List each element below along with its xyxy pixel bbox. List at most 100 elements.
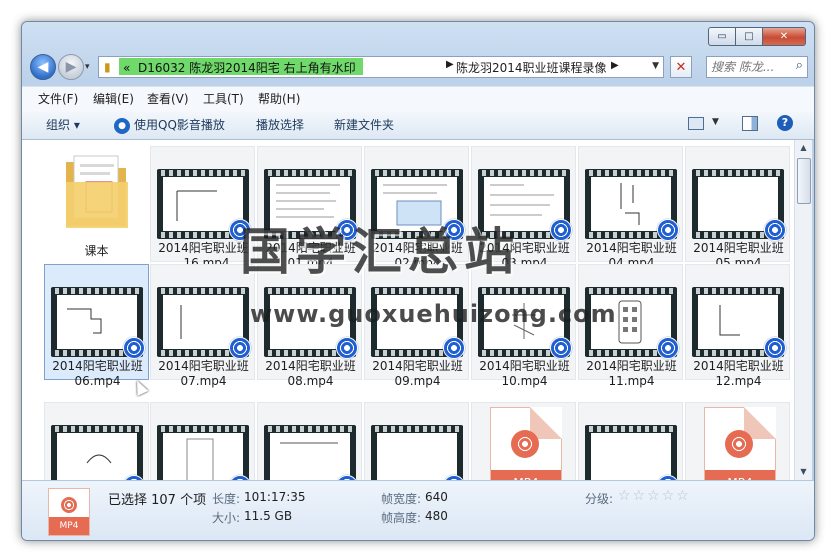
file-name: 课本	[84, 244, 109, 258]
details-pane: MP4 已选择 107 个项 长度: 101:17:35 大小: 11.5 GB…	[22, 480, 814, 540]
video-tile[interactable]	[150, 402, 255, 480]
breadcrumb-separator-icon[interactable]: ▶	[611, 60, 619, 71]
qq-player-icon	[443, 337, 465, 359]
qq-player-icon	[550, 337, 572, 359]
video-tile[interactable]	[44, 402, 149, 480]
file-name: 2014阳宅职业班	[265, 359, 356, 373]
mp4-file-icon: MP4	[490, 407, 562, 480]
playlist-button[interactable]: 播放选择	[256, 116, 304, 133]
scroll-down-icon[interactable]: ▼	[795, 464, 812, 480]
rating-stars[interactable]: ☆☆☆☆☆	[618, 488, 691, 504]
menu-edit[interactable]: 编辑(E)	[93, 90, 134, 107]
recent-locations-dropdown[interactable]: ▾	[85, 62, 90, 72]
search-icon[interactable]: ⌕	[796, 58, 803, 73]
video-tile[interactable]: 2014阳宅职业班 05.mp4	[685, 146, 790, 270]
title-bar: ▭ □ ✕	[22, 22, 814, 50]
minimize-button[interactable]: ▭	[708, 27, 736, 46]
scroll-up-icon[interactable]: ▲	[795, 140, 812, 156]
file-name-ext: 11.mp4	[608, 374, 655, 388]
help-icon[interactable]: ?	[777, 115, 793, 131]
size-label: 大小:	[212, 511, 241, 525]
search-box[interactable]: ⌕	[706, 56, 808, 78]
qq-player-icon	[764, 337, 786, 359]
menu-view[interactable]: 查看(V)	[147, 90, 189, 107]
qq-player-icon	[229, 337, 251, 359]
file-name: 2014阳宅职业班	[586, 241, 677, 255]
selection-count: 已选择 107 个项	[108, 493, 207, 508]
watermark-title: 国学汇总站	[240, 223, 520, 281]
video-tile-selected[interactable]: 2014阳宅职业班 06.mp4	[44, 264, 149, 388]
overflow-chevron-icon[interactable]: «	[123, 61, 130, 75]
play-with-qq-label: 使用QQ影音播放	[134, 118, 225, 132]
file-name-ext: 07.mp4	[180, 374, 227, 388]
file-tile-folder[interactable]: 课本	[44, 146, 149, 262]
mp4-badge: MP4	[491, 470, 561, 480]
file-name-ext: 12.mp4	[715, 374, 762, 388]
file-name: 2014阳宅职业班	[586, 359, 677, 373]
frame-height-value: 480	[425, 509, 448, 523]
maximize-button[interactable]: □	[735, 27, 763, 46]
breadcrumb-separator-icon[interactable]: ▶	[446, 59, 454, 70]
scroll-thumb[interactable]	[797, 158, 811, 204]
mp4-file-tile[interactable]: MP4	[471, 402, 576, 480]
video-tile[interactable]: 2014阳宅职业班 04.mp4	[578, 146, 683, 270]
duration-label: 长度:	[212, 492, 241, 506]
file-name-ext: 08.mp4	[287, 374, 334, 388]
frame-width-value: 640	[425, 490, 448, 504]
new-folder-button[interactable]: 新建文件夹	[334, 116, 394, 133]
play-with-qq-button[interactable]: ● 使用QQ影音播放	[114, 116, 225, 134]
qq-player-icon	[123, 337, 145, 359]
qq-player-icon	[657, 219, 679, 241]
file-name: 2014阳宅职业班	[372, 359, 463, 373]
video-tile[interactable]: 2014阳宅职业班 12.mp4	[685, 264, 790, 388]
back-arrow-icon[interactable]: ◀	[30, 54, 56, 80]
command-bar: 组织 ▾ ● 使用QQ影音播放 播放选择 新建文件夹 ▼ ?	[22, 109, 814, 140]
file-name: 2014阳宅职业班	[158, 359, 249, 373]
thumb-badge: MP4	[49, 517, 89, 535]
file-name: 2014阳宅职业班	[479, 359, 570, 373]
video-thumbnail	[51, 425, 143, 480]
video-tile[interactable]	[364, 402, 469, 480]
forward-arrow-icon[interactable]: ▶	[58, 54, 84, 80]
file-name: 2014阳宅职业班	[693, 241, 784, 255]
view-icon[interactable]	[688, 117, 704, 130]
breadcrumb-current-folder[interactable]: 陈龙羽2014职业班课程录像	[456, 59, 607, 76]
address-dropdown-icon[interactable]: ▼	[652, 61, 659, 71]
address-bar[interactable]: ▮ « D16032 陈龙羽2014阳宅 右上角有水印 ▶ 陈龙羽2014职业班…	[98, 56, 664, 78]
folder-icon	[66, 155, 128, 228]
watermark-url: www.guoxuehuizong.com	[250, 300, 617, 328]
menu-tools[interactable]: 工具(T)	[203, 90, 244, 107]
window-controls: ▭ □ ✕	[708, 27, 806, 46]
frame-width-label: 帧宽度:	[381, 492, 422, 506]
address-prefix-label: D16032 陈龙羽2014阳宅 右上角有水印	[137, 61, 356, 75]
mp4-file-icon: MP4	[704, 407, 776, 480]
stop-refresh-button[interactable]: ✕	[670, 56, 692, 78]
file-name-ext: 09.mp4	[394, 374, 441, 388]
video-tile[interactable]	[578, 402, 683, 480]
search-input[interactable]	[707, 57, 785, 77]
preview-pane-icon[interactable]	[742, 116, 758, 131]
mp4-badge: MP4	[705, 470, 775, 480]
video-thumbnail	[264, 425, 356, 480]
file-name: 2014阳宅职业班	[693, 359, 784, 373]
navigation-bar: ◀ ▶ ▾ ▮ « D16032 陈龙羽2014阳宅 右上角有水印 ▶ 陈龙羽2…	[28, 54, 808, 80]
qq-player-icon	[764, 219, 786, 241]
menu-file[interactable]: 文件(F)	[38, 90, 78, 107]
folder-icon: ▮	[104, 60, 111, 74]
vertical-scrollbar[interactable]: ▲ ▼	[794, 140, 812, 480]
selected-file-thumbnail: MP4	[48, 488, 90, 536]
video-tile[interactable]	[257, 402, 362, 480]
close-button[interactable]: ✕	[762, 27, 806, 46]
qq-player-icon	[657, 337, 679, 359]
file-name-ext: 10.mp4	[501, 374, 548, 388]
size-value: 11.5 GB	[244, 509, 293, 523]
view-dropdown-icon[interactable]: ▼	[712, 117, 719, 127]
duration-value: 101:17:35	[244, 490, 306, 504]
rating-label: 分级:	[585, 492, 614, 506]
organize-button[interactable]: 组织 ▾	[46, 116, 80, 133]
video-thumbnail	[157, 425, 249, 480]
address-prefix[interactable]: « D16032 陈龙羽2014阳宅 右上角有水印	[123, 59, 356, 76]
qq-player-icon	[550, 219, 572, 241]
menu-help[interactable]: 帮助(H)	[258, 90, 300, 107]
mp4-file-tile[interactable]: MP4	[685, 402, 790, 480]
